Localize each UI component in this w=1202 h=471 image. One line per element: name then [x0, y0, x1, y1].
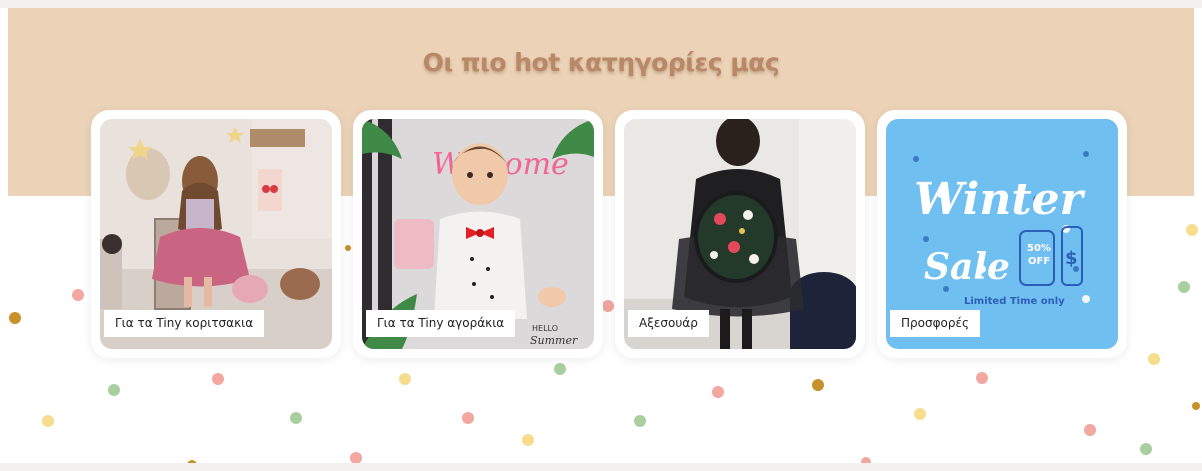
hello-text: HELLO: [532, 324, 558, 333]
category-label: Για τα Tiny κοριτσακια: [104, 310, 265, 337]
summer-text: Summer: [530, 334, 578, 347]
category-card-girls[interactable]: Για τα Tiny κοριτσακια: [91, 110, 341, 358]
tag-percent-text: 50%: [1027, 243, 1051, 254]
category-label: Αξεσουάρ: [628, 310, 709, 337]
promo-limited-text: Limited Time only: [964, 296, 1065, 307]
category-card-boys[interactable]: Welcome HELLO Summer Για τα Tiny αγοράκι…: [353, 110, 603, 358]
category-label: Για τα Tiny αγοράκια: [366, 310, 516, 337]
bottom-divider: [0, 463, 1202, 471]
category-card-accessories[interactable]: Αξεσουάρ: [615, 110, 865, 358]
tag-off-text: OFF: [1028, 256, 1050, 267]
category-card-offers[interactable]: Winter Sale 50% OFF $ Limited Time only …: [877, 110, 1127, 358]
category-label: Προσφορές: [890, 310, 980, 337]
promo-winter-text: Winter: [914, 174, 1086, 225]
tag-dollar-text: $: [1065, 248, 1078, 269]
promo-sale-text: Sale: [924, 246, 1010, 288]
section-heading: Οι πιο hot κατηγορίες μας: [422, 48, 780, 77]
